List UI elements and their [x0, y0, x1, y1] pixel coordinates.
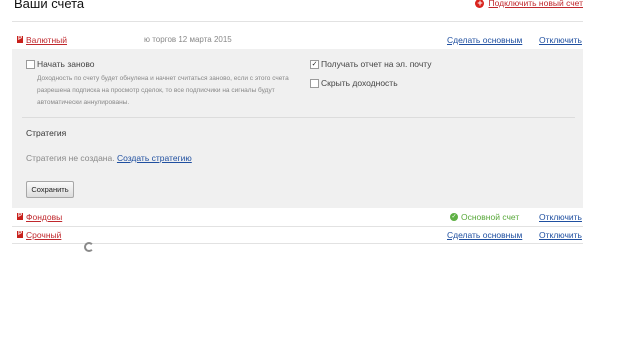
account-row-stock: P Фондовы ✓ Основной счет Отключить [12, 209, 583, 226]
hide-profit-checkbox[interactable] [310, 79, 319, 88]
main-account-status: ✓ Основной счет [450, 212, 519, 222]
account-badge-icon: P [17, 231, 23, 238]
make-main-button[interactable]: Сделать основным [447, 35, 522, 45]
account-name[interactable]: Фондовы [26, 212, 62, 222]
add-account-label: Подключить новый счет [488, 0, 583, 8]
account-badge-icon: P [17, 213, 23, 220]
make-main-button[interactable]: Сделать основным [447, 230, 522, 240]
save-button[interactable]: Сохранить [26, 181, 74, 198]
email-report-checkbox[interactable]: ✓ [310, 60, 319, 69]
account-name[interactable]: Срочный [26, 230, 61, 240]
loading-spinner-icon [84, 242, 94, 252]
account-row-currency: P Валютный ю торгов 12 марта 2015 Сделат… [12, 32, 583, 49]
account-name[interactable]: Валютный [26, 35, 67, 45]
panel-divider [22, 117, 575, 118]
account-settings-panel: Начать заново Доходность по счету будет … [12, 49, 583, 208]
disconnect-button[interactable]: Отключить [539, 212, 582, 222]
account-date-info: ю торгов 12 марта 2015 [144, 35, 232, 44]
row-divider [12, 243, 583, 244]
main-account-label: Основной счет [461, 212, 520, 222]
restart-note: Доходность по счету будет обнулена и нач… [37, 75, 289, 106]
strategy-heading: Стратегия [26, 128, 67, 138]
plus-icon: + [475, 0, 485, 8]
restart-label: Начать заново [37, 59, 95, 69]
strategy-status-text: Стратегия не создана. [26, 153, 115, 163]
add-account-link[interactable]: + Подключить новый счет [475, 0, 583, 8]
account-row-futures: P Срочный Сделать основным Отключить [12, 227, 583, 244]
restart-checkbox[interactable] [26, 60, 35, 69]
strategy-status: Стратегия не создана. Создать стратегию [26, 153, 192, 163]
disconnect-button[interactable]: Отключить [539, 35, 582, 45]
email-report-label: Получать отчет на эл. почту [321, 59, 432, 69]
page-title: Ваши счета [14, 0, 85, 11]
hide-profit-label: Скрыть доходность [321, 78, 398, 88]
create-strategy-link[interactable]: Создать стратегию [117, 153, 192, 163]
check-circle-icon: ✓ [450, 213, 458, 221]
disconnect-button[interactable]: Отключить [539, 230, 582, 240]
header-divider [12, 21, 583, 22]
account-badge-icon: P [17, 36, 23, 43]
